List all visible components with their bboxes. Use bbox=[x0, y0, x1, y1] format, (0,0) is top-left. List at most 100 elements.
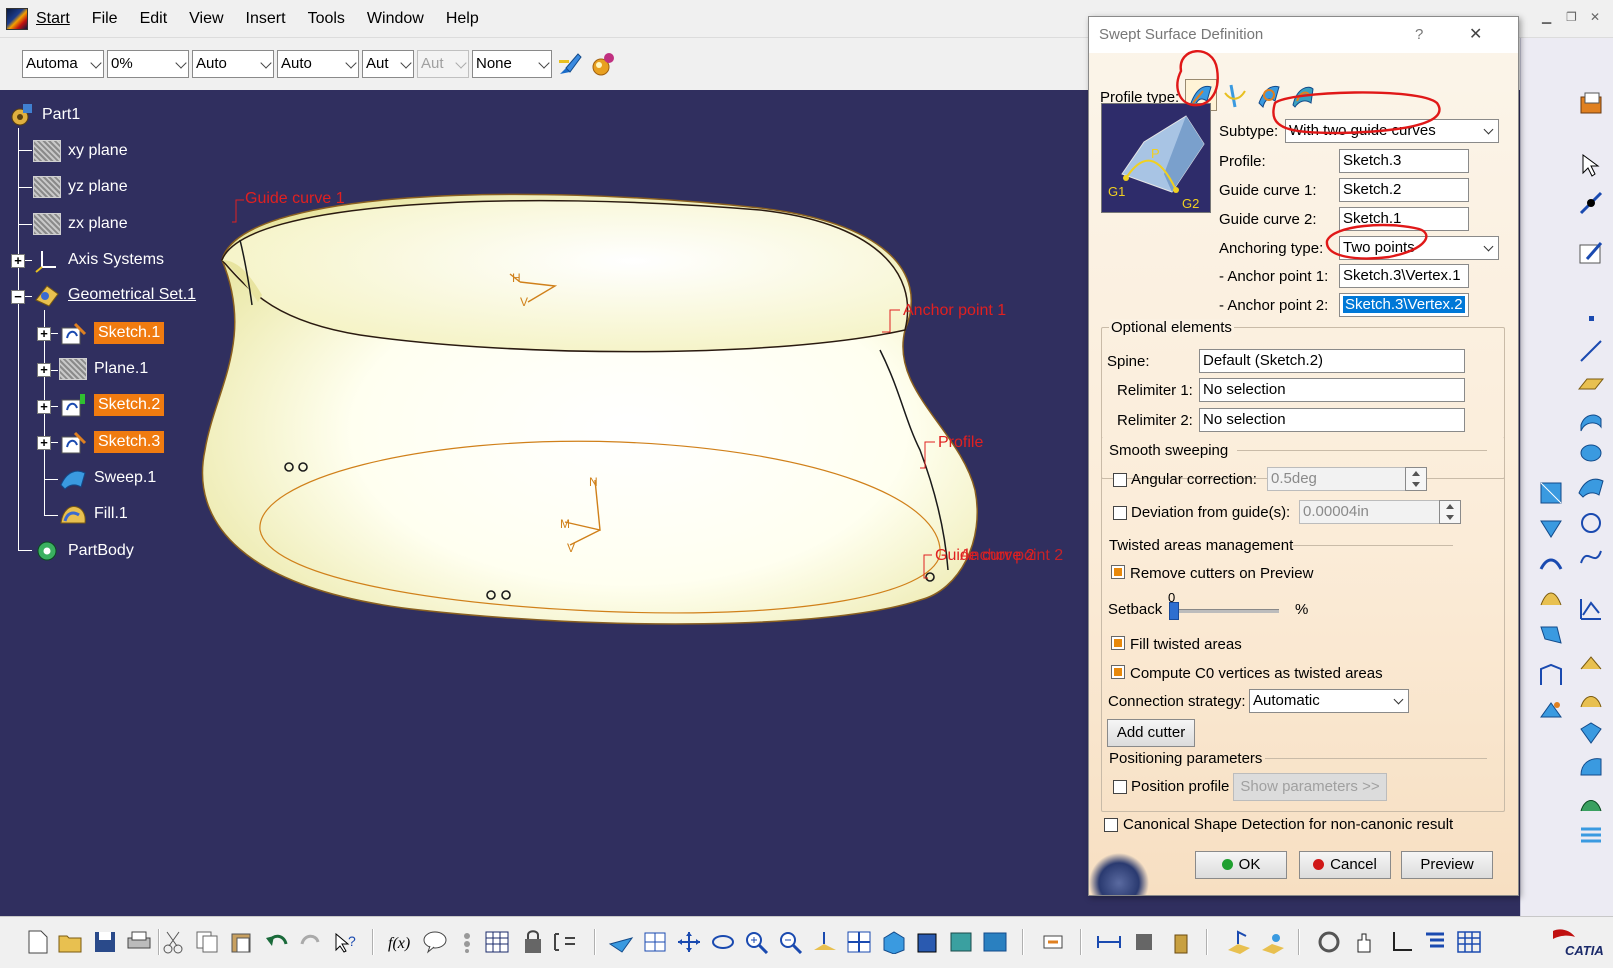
tree-node-plane1[interactable]: Plane.1 bbox=[58, 354, 148, 384]
extract-icon[interactable] bbox=[1536, 696, 1566, 726]
fill-color-combo[interactable]: Automa bbox=[22, 50, 104, 78]
normal-view-icon[interactable] bbox=[810, 927, 840, 957]
relimiter-1-field[interactable]: No selection bbox=[1199, 378, 1465, 402]
rotate-icon[interactable] bbox=[708, 927, 738, 957]
catalog-browser-icon[interactable] bbox=[1224, 927, 1254, 957]
circle-icon[interactable] bbox=[1576, 508, 1606, 538]
shading-icon[interactable] bbox=[912, 927, 942, 957]
design-table-icon[interactable] bbox=[482, 927, 512, 957]
multi-view-icon[interactable] bbox=[844, 927, 874, 957]
grid-icon[interactable] bbox=[1454, 927, 1484, 957]
tree-node-sketch3[interactable]: Sketch.3 bbox=[58, 427, 165, 457]
collapse-geometrical-set[interactable]: − bbox=[11, 290, 25, 304]
snap-icon[interactable] bbox=[1576, 188, 1606, 218]
measure-between-icon[interactable] bbox=[1094, 927, 1124, 957]
restore-icon[interactable]: ❐ bbox=[1566, 10, 1577, 24]
measure-inertia-icon[interactable] bbox=[1166, 927, 1196, 957]
cancel-button[interactable]: Cancel bbox=[1299, 851, 1391, 879]
setback-slider-track[interactable] bbox=[1169, 609, 1279, 613]
position-profile-checkbox[interactable] bbox=[1113, 780, 1127, 794]
expand-sketch3[interactable]: + bbox=[37, 436, 51, 450]
extrude-surface-icon[interactable] bbox=[1576, 404, 1606, 434]
expand-sketch2[interactable]: + bbox=[37, 400, 51, 414]
sweep-tool-icon[interactable] bbox=[1576, 472, 1606, 502]
swap-space-icon[interactable] bbox=[980, 927, 1010, 957]
hand-icon[interactable] bbox=[1350, 927, 1380, 957]
expand-axis-systems[interactable]: + bbox=[11, 254, 25, 268]
menu-view[interactable]: View bbox=[178, 0, 234, 38]
ok-button[interactable]: OK bbox=[1195, 851, 1287, 879]
minimize-icon[interactable]: ▁ bbox=[1542, 10, 1551, 24]
iso-view-icon[interactable] bbox=[878, 927, 908, 957]
boundary-icon[interactable] bbox=[1536, 660, 1566, 690]
line-thickness-combo[interactable]: Auto bbox=[192, 50, 274, 78]
connection-strategy-dropdown[interactable]: Automatic bbox=[1249, 689, 1409, 713]
menu-edit[interactable]: Edit bbox=[129, 0, 179, 38]
part-design-workbench-icon[interactable] bbox=[1576, 90, 1606, 120]
menu-help[interactable]: Help bbox=[435, 0, 490, 38]
tree-node-partbody[interactable]: PartBody bbox=[32, 536, 134, 566]
fillet-icon[interactable] bbox=[1576, 752, 1606, 782]
menu-tools[interactable]: Tools bbox=[297, 0, 356, 38]
tree-node-part1[interactable]: Part1 bbox=[6, 100, 80, 130]
canonical-shape-checkbox[interactable] bbox=[1104, 818, 1118, 832]
menu-file[interactable]: File bbox=[81, 0, 129, 38]
tree-node-sketch2[interactable]: Sketch.2 bbox=[58, 390, 165, 420]
select-arrow-icon[interactable] bbox=[1576, 150, 1606, 180]
split-icon[interactable] bbox=[1576, 684, 1606, 714]
analysis-icon[interactable] bbox=[1258, 927, 1288, 957]
pan-icon[interactable] bbox=[674, 927, 704, 957]
transparency-combo[interactable]: 0% bbox=[107, 50, 189, 78]
layer-combo[interactable]: None bbox=[472, 50, 552, 78]
setback-slider-thumb[interactable] bbox=[1169, 602, 1179, 620]
fill-twisted-areas-checkbox[interactable] bbox=[1111, 636, 1125, 650]
line-icon[interactable] bbox=[1576, 336, 1606, 366]
expand-sketch1[interactable]: + bbox=[37, 327, 51, 341]
tree-node-geometrical-set[interactable]: Geometrical Set.1 bbox=[32, 280, 196, 310]
join-icon[interactable] bbox=[1576, 648, 1606, 678]
undo-icon[interactable] bbox=[262, 927, 292, 957]
open-folder-icon[interactable] bbox=[55, 927, 85, 957]
spline-icon[interactable] bbox=[1576, 542, 1606, 572]
zoom-in-icon[interactable] bbox=[742, 927, 772, 957]
tree-node-fill1[interactable]: Fill.1 bbox=[58, 499, 128, 529]
tree-node-sweep1[interactable]: Sweep.1 bbox=[58, 463, 156, 493]
trim-icon[interactable] bbox=[1576, 718, 1606, 748]
spine-field[interactable]: Default (Sketch.2) bbox=[1199, 349, 1465, 373]
deviation-from-guides-checkbox[interactable] bbox=[1113, 506, 1127, 520]
zoom-out-icon[interactable] bbox=[776, 927, 806, 957]
hide-show-icon[interactable] bbox=[946, 927, 976, 957]
graphic-properties-icon[interactable] bbox=[588, 49, 618, 79]
fit-all-icon[interactable] bbox=[640, 927, 670, 957]
comment-icon[interactable] bbox=[420, 927, 450, 957]
paintbrush-icon[interactable] bbox=[555, 49, 585, 79]
lock-icon[interactable] bbox=[518, 927, 548, 957]
menu-insert[interactable]: Insert bbox=[235, 0, 297, 38]
offset-icon[interactable] bbox=[1536, 478, 1566, 508]
point-icon[interactable] bbox=[1576, 303, 1606, 333]
new-file-icon[interactable] bbox=[22, 927, 52, 957]
sketcher-icon[interactable] bbox=[1576, 238, 1606, 268]
preview-button[interactable]: Preview bbox=[1401, 851, 1493, 879]
add-cutter-button[interactable]: Add cutter bbox=[1107, 719, 1195, 747]
catia-app-icon[interactable] bbox=[6, 7, 28, 30]
tree-node-yz-plane[interactable]: yz plane bbox=[32, 172, 128, 202]
close-window-icon[interactable]: ✕ bbox=[1590, 10, 1600, 24]
remove-cutters-checkbox[interactable] bbox=[1111, 565, 1125, 579]
intersect-icon[interactable] bbox=[1536, 550, 1566, 580]
tree-node-zx-plane[interactable]: zx plane bbox=[32, 209, 128, 239]
project-icon[interactable] bbox=[1536, 514, 1566, 544]
helix-icon[interactable] bbox=[1536, 584, 1566, 614]
menu-start[interactable]: Start bbox=[34, 0, 81, 38]
tree-node-xy-plane[interactable]: xy plane bbox=[32, 136, 128, 166]
fly-mode-icon[interactable] bbox=[606, 927, 636, 957]
measure-item-icon[interactable] bbox=[1130, 927, 1160, 957]
corner-icon[interactable] bbox=[1536, 618, 1566, 648]
compute-c0-checkbox[interactable] bbox=[1111, 665, 1125, 679]
whats-this-icon[interactable]: ? bbox=[330, 927, 360, 957]
polyline-icon[interactable] bbox=[1576, 594, 1606, 624]
update-icon[interactable] bbox=[1038, 927, 1068, 957]
plane-tool-icon[interactable] bbox=[1576, 368, 1606, 398]
multi-section-icon[interactable] bbox=[1576, 820, 1606, 850]
refresh-icon[interactable] bbox=[1314, 927, 1344, 957]
